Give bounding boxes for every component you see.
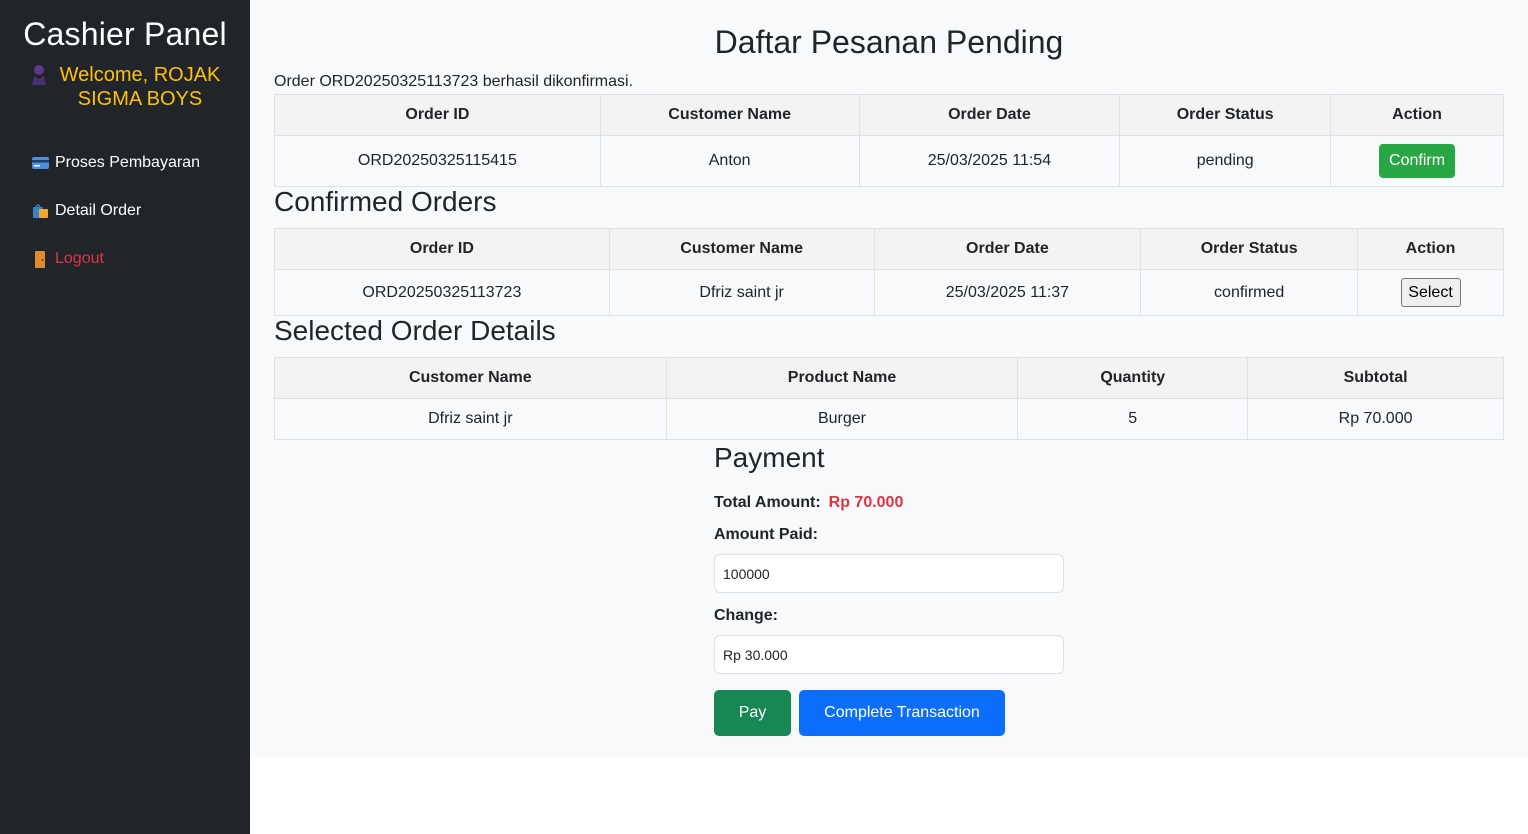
user-icon [31,65,46,85]
column-header: Order ID [274,94,601,136]
column-header: Quantity [1017,357,1249,399]
column-header: Action [1357,228,1504,270]
order-status-cell: confirmed [1140,269,1359,316]
order-details-table: Customer Name Product Name Quantity Subt… [274,357,1504,440]
total-amount-value: Rp 70.000 [828,494,904,511]
total-amount-row: Total Amount: Rp 70.000 [714,494,1064,512]
welcome-line-1: Welcome, ROJAK [59,64,221,86]
sidebar-item-label: Detail Order [55,202,142,219]
table-row: ORD20250325115415 Anton 25/03/2025 11:54… [274,135,1504,187]
payment-section: Payment Total Amount: Rp 70.000 Amount Pa… [714,438,1064,736]
table-header-row: Customer Name Product Name Quantity Subt… [274,357,1504,399]
confirm-button[interactable]: Confirm [1379,144,1456,178]
column-header: Product Name [665,357,1019,399]
shopping-bags-icon [31,202,49,220]
sidebar-item-logout[interactable]: Logout [0,235,250,283]
column-header: Order Status [1119,94,1332,136]
action-cell: Select [1357,269,1504,316]
change-field[interactable] [714,635,1064,674]
payment-heading: Payment [714,442,825,473]
sidebar-item-label: Proses Pembayaran [55,154,200,171]
action-cell: Confirm [1330,135,1504,187]
column-header: Order ID [274,228,610,270]
column-header: Customer Name [608,228,875,270]
column-header: Subtotal [1247,357,1504,399]
order-status-cell: pending [1119,135,1332,187]
success-message: Order ORD20250325113723 berhasil dikonfi… [274,73,634,90]
complete-transaction-button[interactable]: Complete Transaction [799,690,1005,736]
table-row: ORD20250325113723 Dfriz saint jr 25/03/2… [274,269,1504,316]
confirmed-orders-heading: Confirmed Orders [274,186,497,217]
confirmed-orders-table: Order ID Customer Name Order Date Order … [274,228,1504,316]
main-content: Daftar Pesanan Pending Order ORD20250325… [250,0,1528,757]
door-icon [31,250,49,268]
order-id-cell: ORD20250325113723 [274,269,610,316]
column-header: Customer Name [599,94,860,136]
welcome-line-2: SIGMA BOYS [77,88,203,110]
credit-card-icon [31,154,49,172]
column-header: Order Date [873,228,1142,270]
table-header-row: Order ID Customer Name Order Date Order … [274,94,1504,136]
amount-paid-input[interactable] [714,554,1064,593]
selected-order-details-heading: Selected Order Details [274,315,556,346]
total-amount-label: Total Amount: [714,494,821,511]
sidebar-nav: Proses Pembayaran Detail Order Logout [0,139,250,283]
customer-name-cell: Dfriz saint jr [274,398,667,440]
column-header: Action [1330,94,1504,136]
sidebar-brand: Cashier Panel [23,16,227,52]
payment-buttons: Pay Complete Transaction [714,690,1064,736]
order-date-cell: 25/03/2025 11:54 [858,135,1121,187]
subtotal-cell: Rp 70.000 [1247,398,1504,440]
welcome-message: Welcome, ROJAK SIGMA BOYS [0,63,250,111]
column-header: Order Date [858,94,1121,136]
order-date-cell: 25/03/2025 11:37 [873,269,1142,316]
customer-name-cell: Anton [599,135,860,187]
page-title: Daftar Pesanan Pending [714,24,1064,60]
sidebar-item-label: Logout [55,250,104,267]
order-id-cell: ORD20250325115415 [274,135,601,187]
column-header: Order Status [1140,228,1359,270]
sidebar-item-detail-order[interactable]: Detail Order [0,187,250,235]
pay-button[interactable]: Pay [714,690,791,736]
pending-orders-table: Order ID Customer Name Order Date Order … [274,94,1504,187]
select-button[interactable]: Select [1400,278,1461,307]
amount-paid-label: Amount Paid: [714,526,818,543]
quantity-cell: 5 [1017,398,1249,440]
table-row: Dfriz saint jr Burger 5 Rp 70.000 [274,398,1504,440]
product-name-cell: Burger [665,398,1019,440]
change-label: Change: [714,607,778,624]
column-header: Customer Name [274,357,667,399]
customer-name-cell: Dfriz saint jr [608,269,875,316]
table-header-row: Order ID Customer Name Order Date Order … [274,228,1504,270]
sidebar-item-proses-pembayaran[interactable]: Proses Pembayaran [0,139,250,187]
sidebar: Cashier Panel Welcome, ROJAK SIGMA BOYS … [0,0,250,834]
